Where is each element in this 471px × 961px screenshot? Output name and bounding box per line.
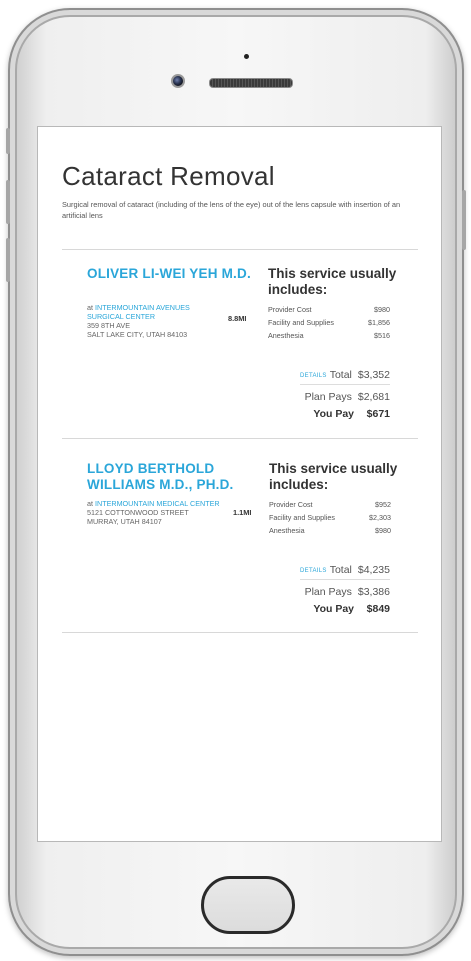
plan-pays-row: Plan Pays $3,386 <box>305 586 390 598</box>
cost-row: Facility and Supplies $1,856 <box>268 318 390 327</box>
divider <box>62 438 418 439</box>
cost-label: Facility and Supplies <box>268 318 334 327</box>
you-pay-row: You Pay $671 <box>313 408 390 420</box>
provider-name[interactable]: OLIVER LI-WEI YEH M.D. <box>87 266 251 282</box>
total-underline <box>300 384 390 385</box>
app-screen: Cataract Removal Surgical removal of cat… <box>38 127 441 841</box>
facility-address2: SALT LAKE CITY, UTAH 84103 <box>87 330 188 339</box>
power-button[interactable] <box>462 190 466 250</box>
provider-name-line1[interactable]: LLOYD BERTHOLD <box>87 461 234 477</box>
cost-value: $980 <box>375 526 391 535</box>
details-link[interactable]: DETAILS <box>300 373 327 379</box>
cost-value: $980 <box>374 305 390 314</box>
total-value: $4,235 <box>357 564 390 576</box>
speaker-icon <box>209 78 293 88</box>
cost-label: Anesthesia <box>268 331 304 340</box>
facility-link-line2[interactable]: SURGICAL CENTER <box>87 312 155 321</box>
cost-row: Provider Cost $952 <box>269 500 391 509</box>
you-pay-value: $671 <box>366 408 390 420</box>
facility-info: at INTERMOUNTAIN MEDICAL CENTER 5121 COT… <box>87 499 287 526</box>
facility-at: at <box>87 499 95 508</box>
cost-row: Anesthesia $980 <box>269 526 391 535</box>
total-label: Total <box>329 369 352 381</box>
facility-at: at <box>87 303 95 312</box>
you-pay-value: $849 <box>366 603 390 615</box>
cost-value: $2,303 <box>369 513 391 522</box>
facility-link[interactable]: INTERMOUNTAIN AVENUES <box>95 303 190 312</box>
you-pay-label: You Pay <box>313 408 354 420</box>
provider-name-line2[interactable]: WILLIAMS M.D., PH.D. <box>87 477 234 493</box>
total-row: DETAILS Total $4,235 <box>300 564 390 580</box>
facility-address2: MURRAY, UTAH 84107 <box>87 517 162 526</box>
page-title: Cataract Removal <box>62 161 275 191</box>
distance-label: 1.1MI <box>233 508 252 517</box>
divider <box>62 249 418 250</box>
cost-row: Facility and Supplies $2,303 <box>269 513 391 522</box>
total-row: DETAILS Total $3,352 <box>300 369 390 385</box>
divider <box>62 632 418 633</box>
total-value: $3,352 <box>357 369 390 381</box>
home-button-icon[interactable] <box>201 876 295 934</box>
service-heading: This service usually includes: <box>268 266 397 297</box>
camera-icon <box>171 74 185 88</box>
cost-label: Provider Cost <box>269 500 313 509</box>
total-label: Total <box>329 564 352 576</box>
facility-address1: 5121 COTTONWOOD STREET <box>87 508 189 517</box>
cost-label: Facility and Supplies <box>269 513 335 522</box>
you-pay-label: You Pay <box>313 603 354 615</box>
cost-value: $952 <box>375 500 391 509</box>
provider-name-line1[interactable]: OLIVER LI-WEI YEH M.D. <box>87 266 251 281</box>
total-underline <box>300 579 390 580</box>
cost-value: $1,856 <box>368 318 390 327</box>
volume-down-button[interactable] <box>6 238 10 282</box>
cost-row: Anesthesia $516 <box>268 331 390 340</box>
cost-value: $516 <box>374 331 390 340</box>
cost-label: Anesthesia <box>269 526 305 535</box>
plan-pays-value: $3,386 <box>357 586 390 598</box>
details-link[interactable]: DETAILS <box>300 568 327 574</box>
plan-pays-label: Plan Pays <box>304 586 352 598</box>
procedure-description: Surgical removal of cataract (including … <box>62 200 401 220</box>
proximity-sensor-icon <box>244 54 249 59</box>
mute-switch[interactable] <box>6 128 10 154</box>
volume-up-button[interactable] <box>6 180 10 224</box>
cost-row: Provider Cost $980 <box>268 305 390 314</box>
plan-pays-value: $2,681 <box>357 391 390 403</box>
service-heading: This service usually includes: <box>269 461 398 492</box>
facility-link[interactable]: INTERMOUNTAIN MEDICAL CENTER <box>95 499 220 508</box>
plan-pays-row: Plan Pays $2,681 <box>305 391 390 403</box>
you-pay-row: You Pay $849 <box>313 603 390 615</box>
provider-name[interactable]: LLOYD BERTHOLD WILLIAMS M.D., PH.D. <box>87 461 234 493</box>
plan-pays-label: Plan Pays <box>304 391 352 403</box>
distance-label: 8.8MI <box>228 314 247 323</box>
cost-label: Provider Cost <box>268 305 312 314</box>
